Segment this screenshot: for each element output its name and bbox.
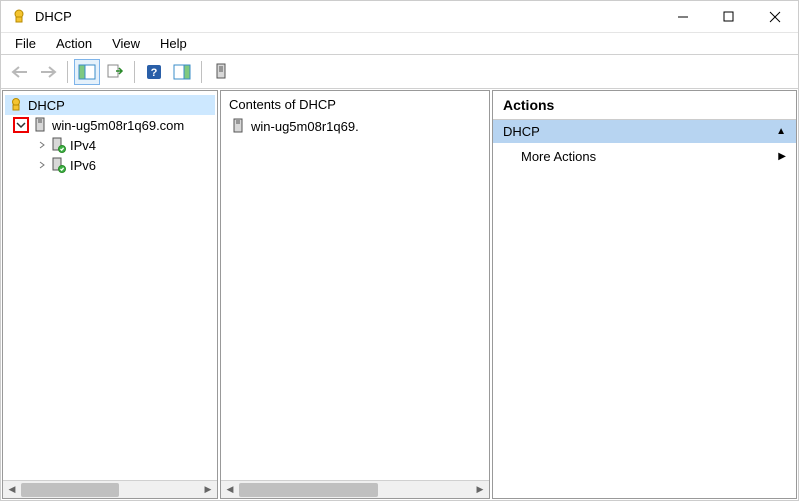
actions-group-label: DHCP xyxy=(503,124,540,139)
toolbar: ? xyxy=(1,55,798,89)
collapse-icon: ▲ xyxy=(776,126,786,137)
tree-node-dhcp[interactable]: DHCP xyxy=(5,95,215,115)
list-item-label: win-ug5m08r1q69. xyxy=(251,119,359,134)
list-item[interactable]: win-ug5m08r1q69. xyxy=(229,116,481,136)
tree-expander[interactable] xyxy=(35,158,49,172)
actions-header: Actions xyxy=(493,91,796,120)
export-list-button[interactable] xyxy=(102,59,128,85)
dhcp-app-icon xyxy=(9,7,29,27)
menu-help[interactable]: Help xyxy=(150,34,197,53)
window-title: DHCP xyxy=(35,9,72,24)
toolbar-separator xyxy=(201,61,202,83)
scroll-left-arrow[interactable]: ◀ xyxy=(3,481,21,499)
minimize-button[interactable] xyxy=(660,1,706,33)
actions-pane: Actions DHCP ▲ More Actions ▶ xyxy=(492,90,797,499)
tree-node-label: win-ug5m08r1q69.com xyxy=(52,118,184,133)
forward-button[interactable] xyxy=(35,59,61,85)
submenu-icon: ▶ xyxy=(778,151,786,162)
svg-text:?: ? xyxy=(151,67,158,79)
tree-expander[interactable] xyxy=(35,138,49,152)
scroll-thumb[interactable] xyxy=(239,483,378,497)
toolbar-separator xyxy=(67,61,68,83)
scroll-right-arrow[interactable]: ▶ xyxy=(471,481,489,499)
menubar: File Action View Help xyxy=(1,33,798,55)
ipv6-icon xyxy=(49,156,67,174)
scroll-track[interactable] xyxy=(239,481,471,499)
server-icon xyxy=(31,116,49,134)
actions-more-actions[interactable]: More Actions ▶ xyxy=(493,143,796,170)
server-icon-button[interactable] xyxy=(208,59,234,85)
ipv4-icon xyxy=(49,136,67,154)
tree-node-label: IPv4 xyxy=(70,138,96,153)
scroll-right-arrow[interactable]: ▶ xyxy=(199,481,217,499)
contents-horizontal-scrollbar[interactable]: ◀ ▶ xyxy=(221,480,489,498)
scroll-left-arrow[interactable]: ◀ xyxy=(221,481,239,499)
toolbar-separator xyxy=(134,61,135,83)
window-controls xyxy=(660,1,798,33)
back-button[interactable] xyxy=(7,59,33,85)
close-button[interactable] xyxy=(752,1,798,33)
titlebar: DHCP xyxy=(1,1,798,33)
tree-expander-highlighted[interactable] xyxy=(13,117,29,133)
contents-list: win-ug5m08r1q69. xyxy=(221,114,489,480)
contents-header: Contents of DHCP xyxy=(221,91,489,114)
dhcp-icon xyxy=(7,96,25,114)
main-area: DHCP win-ug5m08r1q69.com IPv4 xyxy=(1,89,798,500)
tree-horizontal-scrollbar[interactable]: ◀ ▶ xyxy=(3,480,217,498)
tree-pane: DHCP win-ug5m08r1q69.com IPv4 xyxy=(2,90,218,499)
menu-action[interactable]: Action xyxy=(46,34,102,53)
actions-group-header[interactable]: DHCP ▲ xyxy=(493,120,796,143)
actions-item-label: More Actions xyxy=(521,149,596,164)
tree-node-server[interactable]: win-ug5m08r1q69.com xyxy=(5,115,215,135)
help-button[interactable]: ? xyxy=(141,59,167,85)
server-icon xyxy=(229,117,247,135)
menu-file[interactable]: File xyxy=(5,34,46,53)
tree-node-label: DHCP xyxy=(28,98,65,113)
scroll-thumb[interactable] xyxy=(21,483,119,497)
tree-root: DHCP win-ug5m08r1q69.com IPv4 xyxy=(3,91,217,480)
tree-node-label: IPv6 xyxy=(70,158,96,173)
show-hide-action-pane-button[interactable] xyxy=(169,59,195,85)
show-hide-console-tree-button[interactable] xyxy=(74,59,100,85)
contents-pane: Contents of DHCP win-ug5m08r1q69. ◀ ▶ xyxy=(220,90,490,499)
tree-node-ipv6[interactable]: IPv6 xyxy=(5,155,215,175)
menu-view[interactable]: View xyxy=(102,34,150,53)
tree-node-ipv4[interactable]: IPv4 xyxy=(5,135,215,155)
maximize-button[interactable] xyxy=(706,1,752,33)
scroll-track[interactable] xyxy=(21,481,199,499)
